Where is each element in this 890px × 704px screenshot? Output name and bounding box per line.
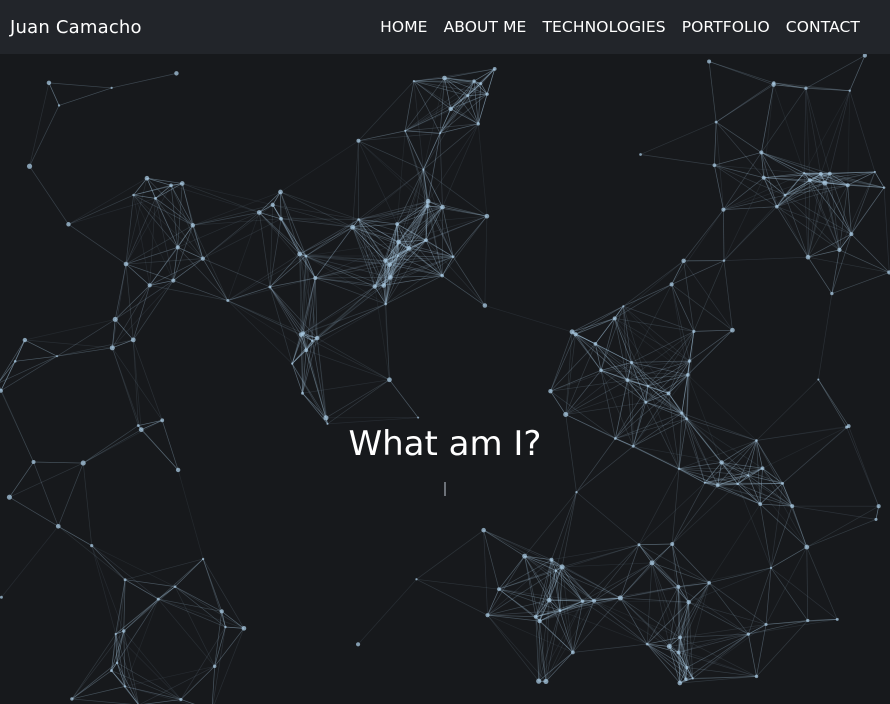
network-lines	[0, 55, 890, 704]
brand-link[interactable]: Juan Camacho	[10, 17, 142, 38]
top-navbar: Juan Camacho HOME ABOUT ME TECHNOLOGIES …	[0, 0, 890, 54]
hero-content: What am I?	[0, 422, 890, 500]
nav-link-about-me[interactable]: ABOUT ME	[444, 18, 527, 36]
nav-link-portfolio[interactable]: PORTFOLIO	[682, 18, 770, 36]
nav-link-contact[interactable]: CONTACT	[786, 18, 860, 36]
particle-network-background	[0, 54, 890, 704]
hero-section: What am I?	[0, 54, 890, 704]
hero-title: What am I?	[348, 424, 542, 464]
nav-link-technologies[interactable]: TECHNOLOGIES	[542, 18, 665, 36]
nav-link-home[interactable]: HOME	[380, 18, 427, 36]
nav-links: HOME ABOUT ME TECHNOLOGIES PORTFOLIO CON…	[380, 18, 860, 36]
typing-cursor	[444, 482, 446, 496]
